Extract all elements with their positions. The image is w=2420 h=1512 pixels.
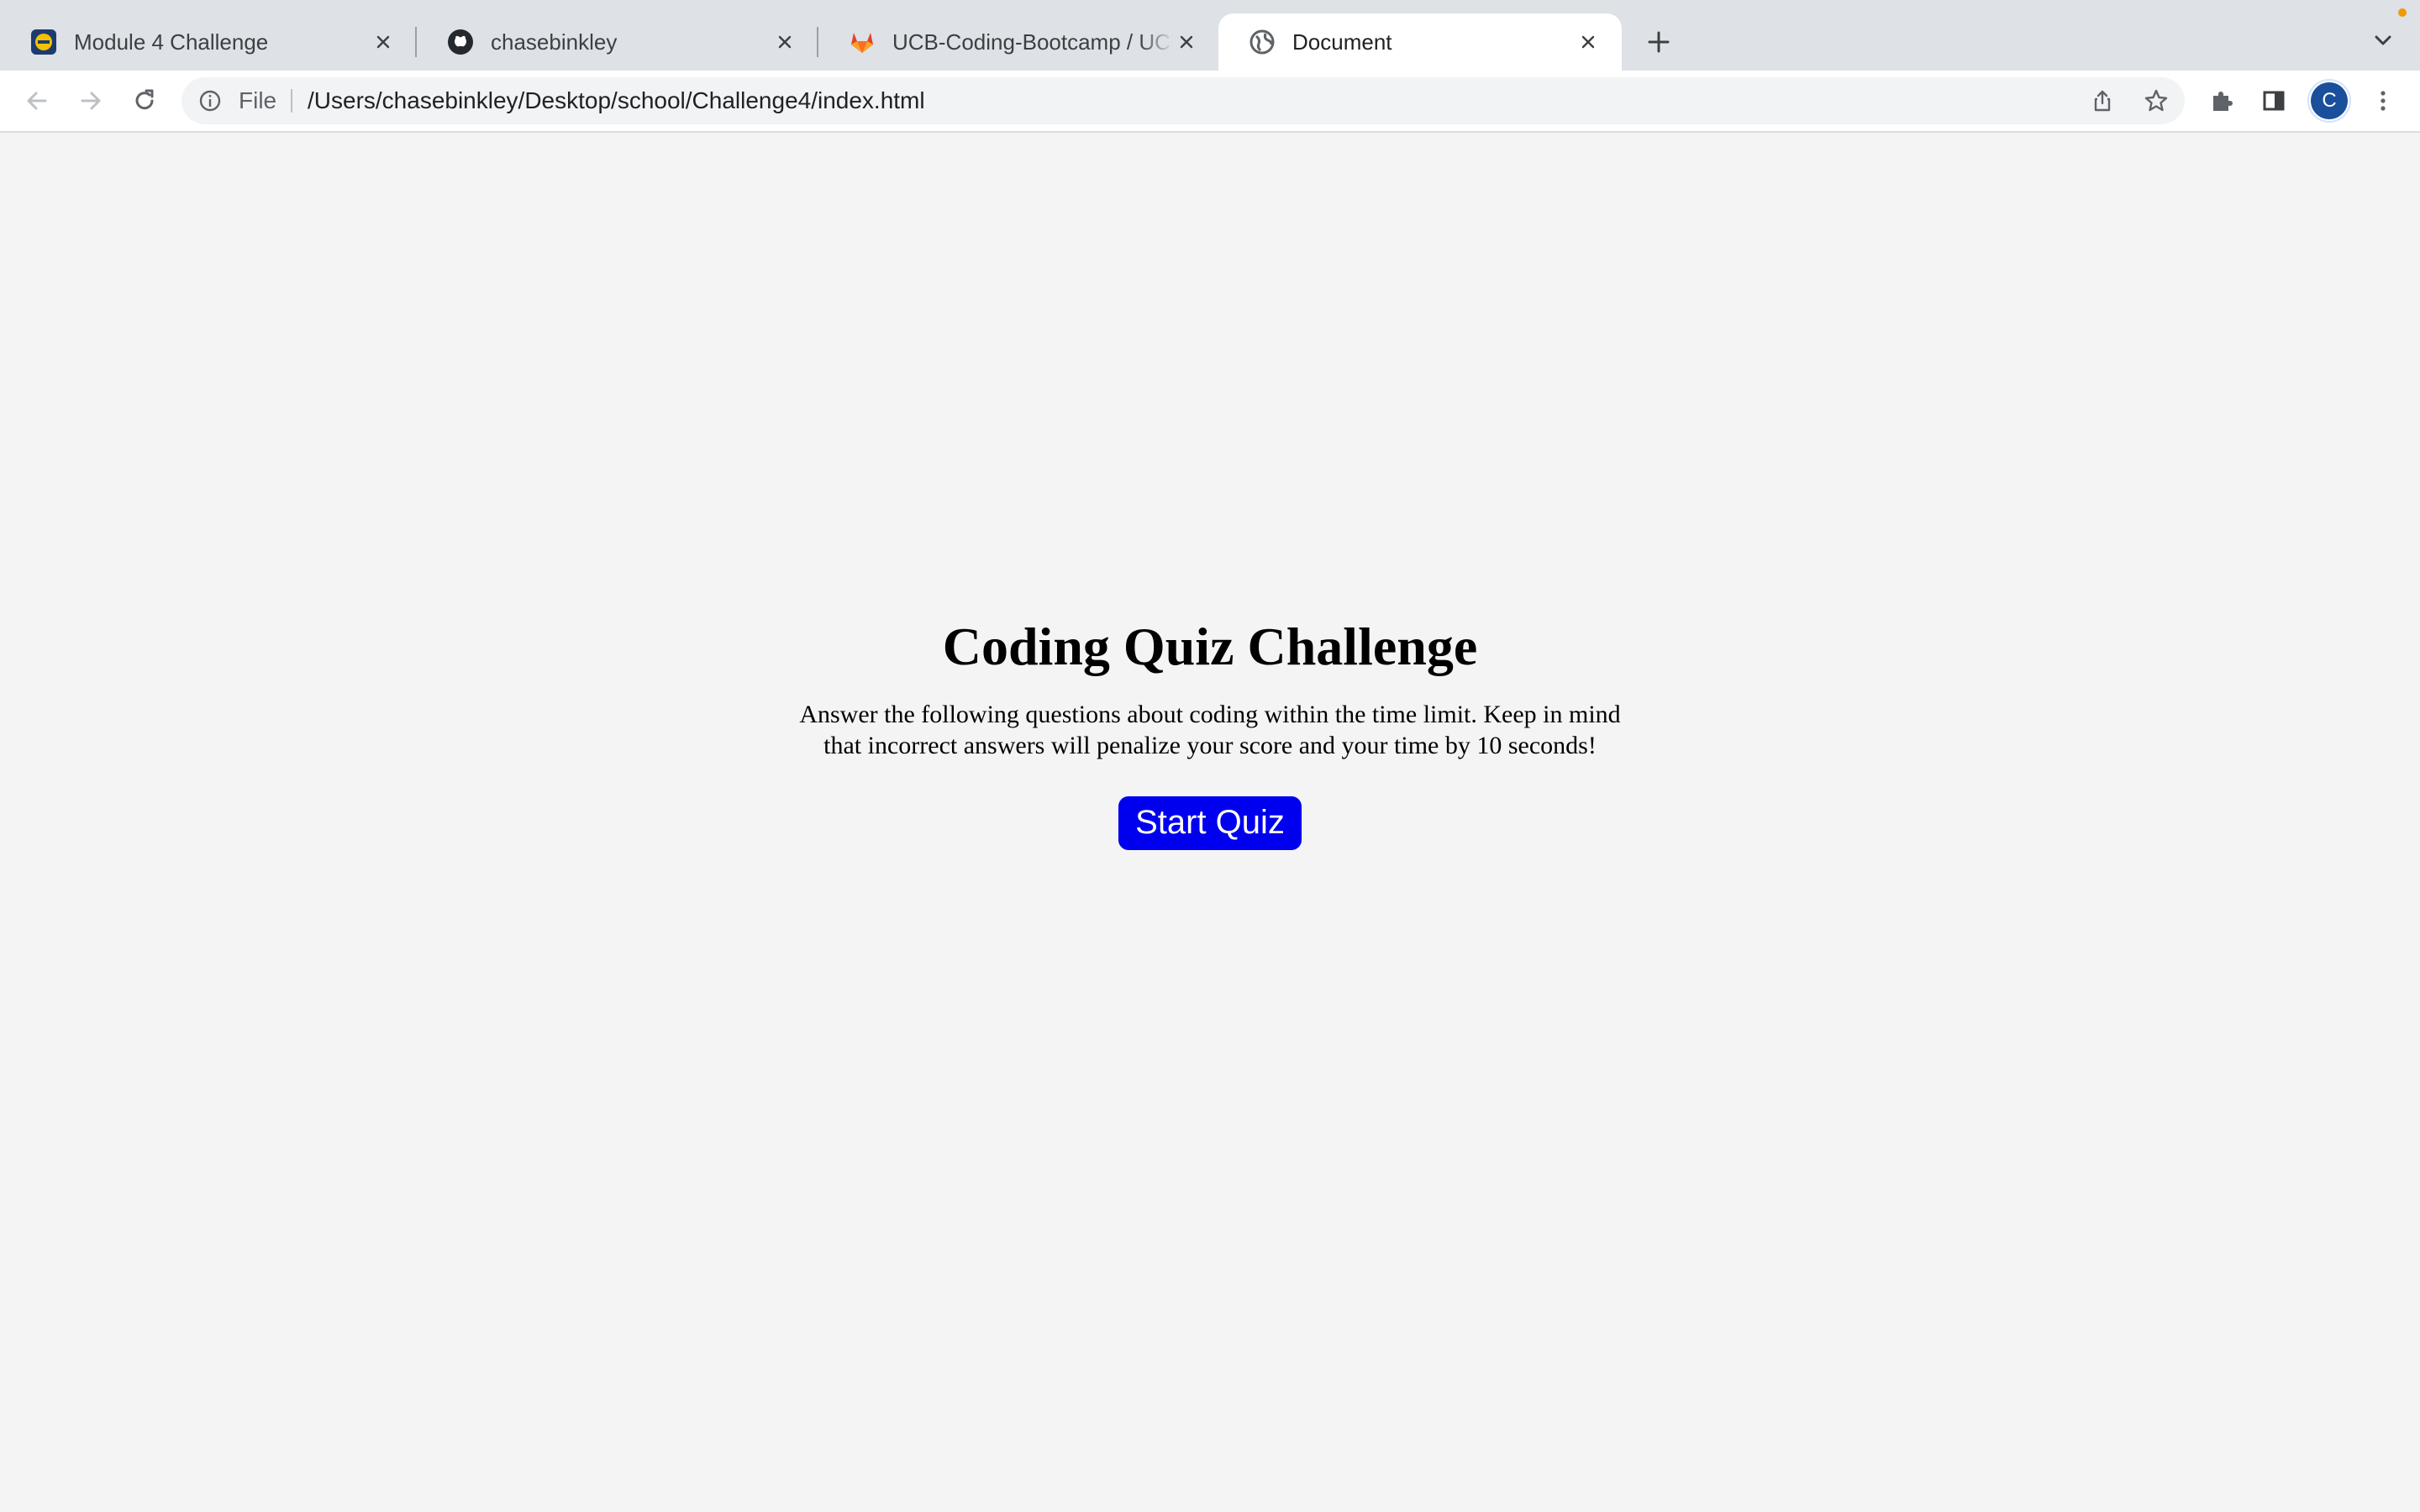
address-bar[interactable]: File /Users/chasebinkley/Desktop/school/… bbox=[182, 77, 2185, 124]
page-title: Coding Quiz Challenge bbox=[942, 617, 1478, 676]
tab-title: UCB-Coding-Bootcamp / UCB- bbox=[892, 29, 1173, 55]
plus-icon bbox=[1648, 31, 1670, 53]
forward-button[interactable] bbox=[71, 81, 111, 121]
tab-chasebinkley[interactable]: chasebinkley bbox=[417, 13, 818, 71]
url-text[interactable]: /Users/chasebinkley/Desktop/school/Chall… bbox=[308, 77, 925, 124]
profile-avatar[interactable]: C bbox=[2311, 82, 2348, 119]
bookmark-star-icon[interactable] bbox=[2139, 84, 2173, 118]
side-panel-icon bbox=[2263, 91, 2285, 111]
quiz-description: Answer the following questions about cod… bbox=[799, 701, 1621, 759]
reload-button[interactable] bbox=[124, 81, 165, 121]
tab-module-4-challenge[interactable]: Module 4 Challenge bbox=[0, 13, 417, 71]
tab-ucb-coding-bootcamp[interactable]: UCB-Coding-Bootcamp / UCB- bbox=[818, 13, 1220, 71]
close-icon[interactable] bbox=[370, 29, 397, 55]
side-panel-button[interactable] bbox=[2254, 81, 2294, 121]
close-icon[interactable] bbox=[771, 29, 798, 55]
browser-menu-button[interactable] bbox=[2363, 81, 2403, 121]
gitlab-icon bbox=[849, 29, 876, 55]
tab-search-button[interactable] bbox=[2365, 22, 2402, 59]
reload-icon bbox=[135, 89, 154, 110]
recording-indicator bbox=[2398, 8, 2407, 17]
chevron-down-icon bbox=[2375, 35, 2391, 45]
back-button[interactable] bbox=[17, 81, 57, 121]
extensions-button[interactable] bbox=[2202, 81, 2242, 121]
arrow-left-icon bbox=[27, 92, 47, 110]
url-scheme-label: File bbox=[239, 87, 277, 113]
bootcamp-logo-icon bbox=[30, 29, 57, 55]
new-tab-button[interactable] bbox=[1640, 20, 1677, 64]
arrow-right-icon bbox=[81, 92, 101, 110]
github-icon bbox=[447, 29, 474, 55]
tab-document[interactable]: Document bbox=[1218, 13, 1622, 71]
close-icon[interactable] bbox=[1575, 29, 1602, 55]
kebab-menu-icon bbox=[2381, 91, 2386, 111]
quiz-intro-card: Coding Quiz Challenge Answer the followi… bbox=[790, 612, 1630, 850]
info-icon[interactable] bbox=[197, 87, 224, 114]
start-quiz-button[interactable]: Start Quiz bbox=[1118, 796, 1302, 850]
browser-toolbar: File /Users/chasebinkley/Desktop/school/… bbox=[0, 71, 2420, 133]
close-icon[interactable] bbox=[1173, 29, 1200, 55]
page-viewport: Coding Quiz Challenge Answer the followi… bbox=[0, 133, 2420, 1512]
puzzle-icon bbox=[2213, 92, 2233, 111]
tab-strip: Module 4 Challenge chasebinkley UCB-Codi… bbox=[0, 0, 2420, 71]
share-icon[interactable] bbox=[2086, 84, 2119, 118]
tab-title: chasebinkley bbox=[491, 29, 618, 55]
tab-title: Document bbox=[1292, 29, 1392, 55]
tab-title: Module 4 Challenge bbox=[74, 29, 269, 55]
omnibox-divider bbox=[291, 89, 292, 113]
globe-icon bbox=[1249, 29, 1276, 55]
